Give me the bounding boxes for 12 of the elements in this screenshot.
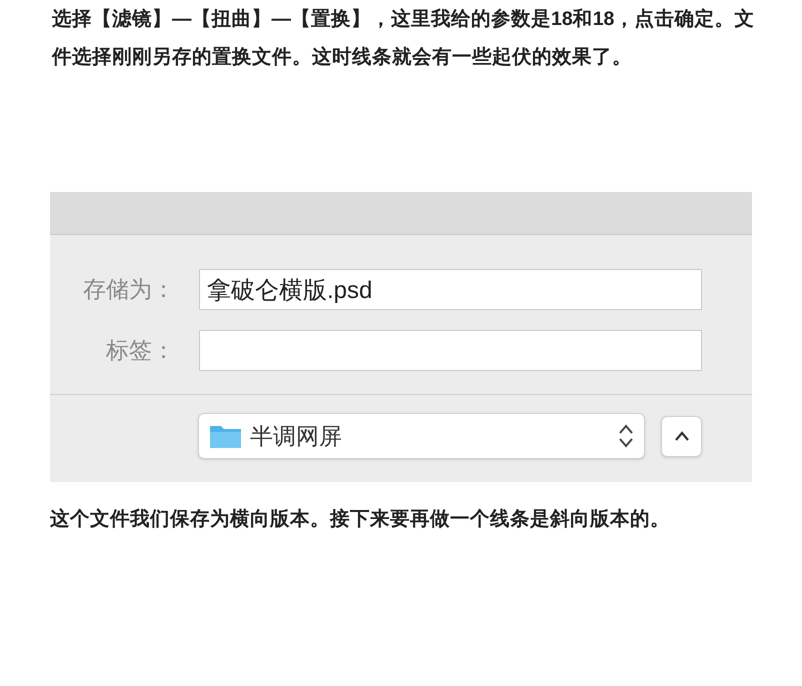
- chevron-up-icon: [674, 431, 690, 441]
- up-down-chevron-icon: [618, 423, 634, 449]
- location-label: 半调网屏: [250, 422, 342, 451]
- expand-button[interactable]: [661, 416, 702, 456]
- field-label: 存储为：: [82, 275, 175, 304]
- location-popup[interactable]: 半调网屏: [198, 413, 645, 459]
- field-label: 标签：: [105, 336, 175, 366]
- input-field[interactable]: 拿破仑横版.psd: [199, 269, 702, 310]
- intro-paragraph: 选择【滤镜】—【扭曲】—【置换】，这里我给的参数是18和18，点击确定。文件选择刚刚另存的置换文件。这时线条就会有一些起伏的效果了。: [52, 7, 756, 70]
- input-field[interactable]: [199, 330, 702, 371]
- outro-paragraph: 这个文件我们保存为横向版本。接下来要再做一个线条是斜向版本的。: [50, 507, 671, 532]
- folder-icon: [209, 423, 242, 449]
